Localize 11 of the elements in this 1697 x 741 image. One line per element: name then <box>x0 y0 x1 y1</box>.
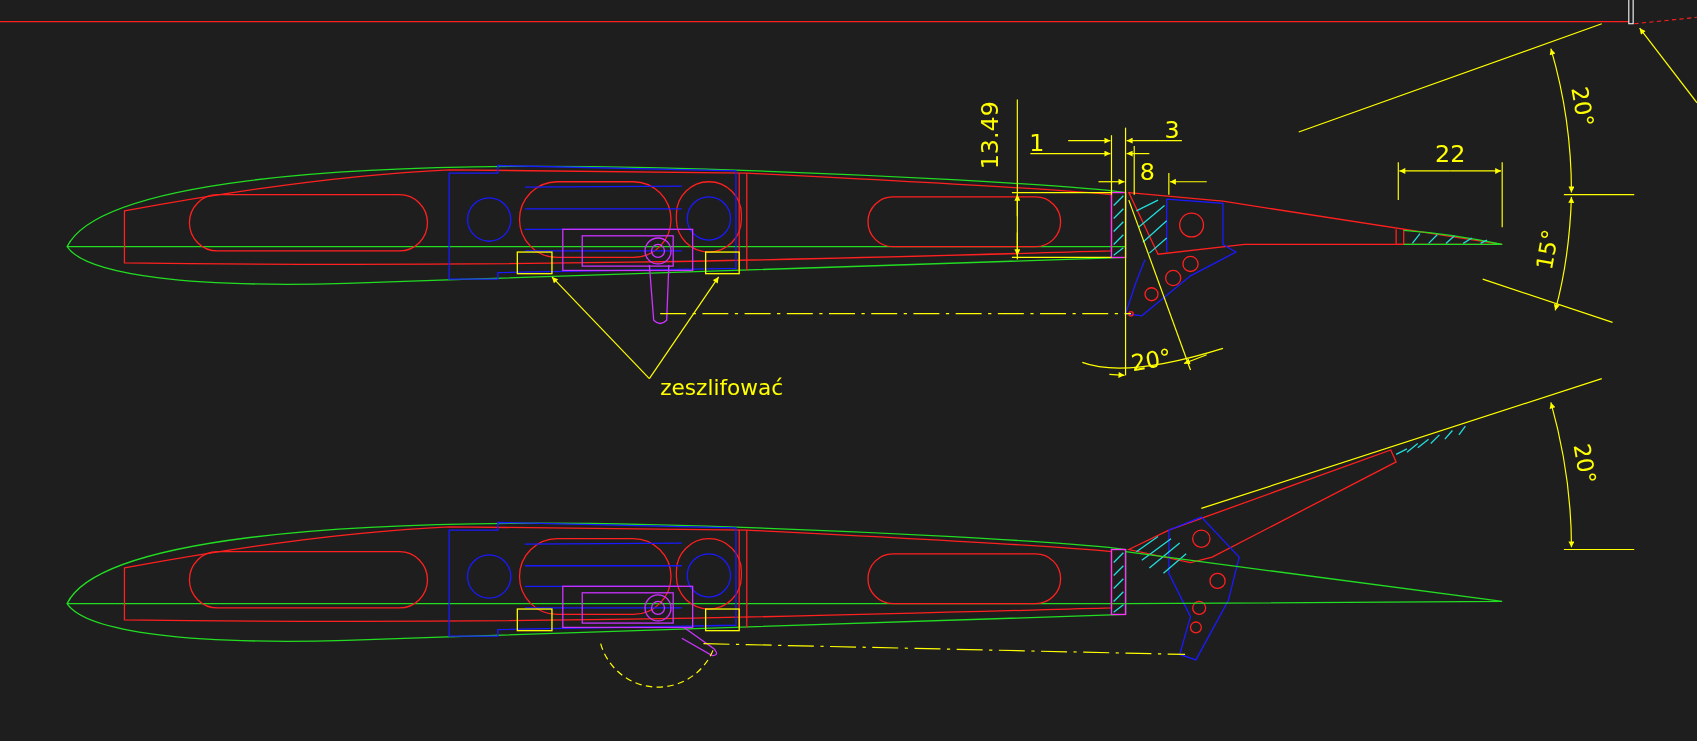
dimension-text: 1 <box>1029 129 1045 158</box>
dimension-text: 15° <box>1531 227 1564 272</box>
dimension-text: 3 <box>1164 116 1180 145</box>
dimension-text: 20° <box>1129 343 1174 377</box>
viewport-corner-drawing <box>1628 0 1697 25</box>
dimension-text: 8 <box>1139 157 1155 186</box>
annotation-text: zeszlifować <box>660 374 784 400</box>
dimension-text: 13.49 <box>975 101 1004 170</box>
dimension-text: 20° <box>1566 84 1599 129</box>
dimension-text: 20° <box>1568 441 1602 486</box>
dimension-text: 22 <box>1435 140 1466 169</box>
